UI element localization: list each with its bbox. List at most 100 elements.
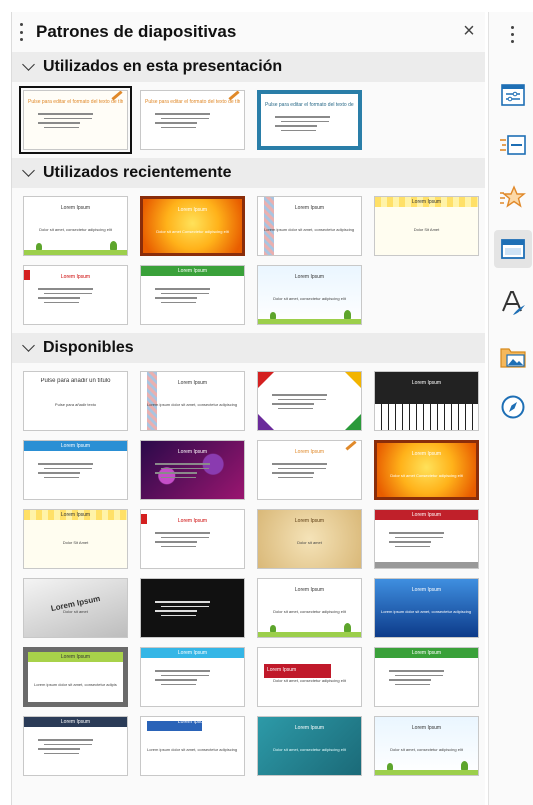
- master-slide-thumbnail[interactable]: Pulse para añadir un título Pulse para añ…: [23, 371, 128, 431]
- thumbnail-title: Lorem Ipsum: [177, 719, 208, 725]
- close-button[interactable]: ×: [459, 21, 479, 41]
- tree-shape: [270, 312, 276, 319]
- master-slide-thumbnail[interactable]: Pulse para editar el formato del texto d…: [19, 86, 132, 154]
- master-slide-thumbnail[interactable]: Pulse para editar el formato del texto d…: [257, 90, 362, 150]
- master-slide-thumbnail[interactable]: Lorem Ipsum Dolor sit amet, consectetur a…: [257, 647, 362, 707]
- master-slide-thumbnail[interactable]: Lorem Ipsum Dolor sit amet, consectetur a…: [257, 716, 362, 776]
- master-slide-thumbnail[interactable]: Lorem Ipsum Dolor sit amet: [257, 509, 362, 569]
- master-slide-thumbnail[interactable]: Lorem Ipsum Dolor sit amet Consectetur ad…: [140, 196, 245, 256]
- thumbnail-title: Lorem Ipsum: [294, 205, 325, 211]
- thumbnail-body: Dolor Sit Amet: [62, 540, 89, 545]
- placeholder-lines: [38, 113, 93, 131]
- section-label: Utilizados recientemente: [43, 164, 232, 181]
- thumbnail-title: Lorem Ipsum: [177, 207, 208, 213]
- placeholder-lines: [155, 113, 210, 131]
- green-ground: [375, 770, 478, 775]
- master-slide-thumbnail[interactable]: Lorem Ipsum Dolor sit amet: [23, 578, 128, 638]
- thumbnail-body: Dolor sit amet, consectetur adipiscing e…: [273, 296, 346, 301]
- thumbnail-title: Lorem Ipsum: [411, 587, 442, 593]
- thumbnail-body: Dolor sit amet, consectetur adipiscing e…: [39, 227, 112, 232]
- thumbnail-title: Pulse para añadir un título: [40, 378, 111, 384]
- section-header-recent[interactable]: Utilizados recientemente: [12, 158, 485, 188]
- tree-shape: [36, 243, 42, 250]
- master-slide-thumbnail[interactable]: Lorem Ipsum: [23, 265, 128, 325]
- thumbnail-title: Lorem Ipsum: [60, 654, 91, 660]
- master-slide-thumbnail[interactable]: Lorem Ipsum: [374, 371, 479, 431]
- slide-transition-icon[interactable]: [498, 130, 528, 160]
- master-slide-thumbnail[interactable]: Lorem Ipsum Dolor sit amet Consectetur ad…: [374, 440, 479, 500]
- corner-red: [258, 372, 274, 388]
- piano-keys: [375, 404, 478, 430]
- master-slide-thumbnail[interactable]: Lorem Ipsum Dolor sit amet, consectetur a…: [374, 716, 479, 776]
- thumbnail-title: Pulse para editar el formato del texto d…: [28, 99, 123, 105]
- master-slide-thumbnail[interactable]: Lorem Ipsum: [140, 647, 245, 707]
- properties-icon[interactable]: [498, 80, 528, 110]
- thumbnail-title: Lorem Ipsum: [60, 205, 91, 211]
- master-slide-thumbnail[interactable]: Lorem Ipsum: [374, 509, 479, 569]
- thumbnail-title: Lorem Ipsum: [294, 725, 325, 731]
- master-slide-thumbnail[interactable]: Lorem Ipsum: [140, 509, 245, 569]
- tree-shape: [387, 763, 393, 770]
- thumbnail-title: Lorem Ipsum: [294, 587, 325, 593]
- thumbnail-grid-available: Pulse para añadir un título Pulse para añ…: [12, 363, 485, 784]
- thumbnail-title: Lorem Ipsum: [411, 199, 442, 205]
- thumbnail-title: Pulse para editar el formato del texto d…: [265, 102, 354, 108]
- thumbnail-title: Lorem Ipsum: [294, 449, 325, 455]
- thumbnail-title: Lorem Ipsum: [411, 650, 442, 656]
- tree-shape: [110, 241, 117, 250]
- placeholder-lines: [38, 739, 93, 757]
- thumbnail-title: Lorem Ipsum: [411, 512, 442, 518]
- master-slide-thumbnail[interactable]: Lorem Ipsum: [23, 716, 128, 776]
- master-slide-thumbnail[interactable]: [257, 371, 362, 431]
- thumbnail-title: Lorem Ipsum: [60, 719, 91, 725]
- master-slides-icon[interactable]: [494, 230, 532, 268]
- placeholder-lines: [155, 532, 210, 550]
- gallery-icon[interactable]: [498, 342, 528, 372]
- placeholder-lines: [38, 463, 93, 481]
- navigator-icon[interactable]: [498, 392, 528, 422]
- master-slide-thumbnail[interactable]: Lorem Ipsum: [374, 647, 479, 707]
- placeholder-lines: [155, 670, 210, 688]
- drag-handle-icon[interactable]: [20, 23, 26, 41]
- thumbnail-title: Lorem Ipsum: [60, 443, 91, 449]
- master-slide-thumbnail[interactable]: Lorem Ipsum: [23, 440, 128, 500]
- styles-icon[interactable]: [498, 288, 528, 318]
- master-slides-panel: Patrones de diapositivas × Utilizados en…: [11, 12, 485, 805]
- panel-header: Patrones de diapositivas ×: [12, 12, 485, 52]
- thumbnail-title: Lorem Ipsum: [411, 451, 442, 457]
- master-slide-thumbnail[interactable]: Lorem Ipsum Dolor Sit Amet: [23, 509, 128, 569]
- master-slide-thumbnail[interactable]: Lorem Ipsum Dolor sit amet, consectetur a…: [23, 196, 128, 256]
- corner-yellow: [345, 372, 361, 388]
- thumbnail-body: Dolor sit amet: [297, 540, 322, 545]
- chevron-down-icon: [22, 339, 35, 352]
- green-ground: [258, 632, 361, 637]
- master-slide-thumbnail[interactable]: [140, 578, 245, 638]
- master-slide-thumbnail[interactable]: Lorem Ipsum Dolor Sit Amet: [374, 196, 479, 256]
- master-slide-thumbnail[interactable]: Lorem Ipsum: [257, 440, 362, 500]
- tree-shape: [270, 625, 276, 632]
- placeholder-lines: [155, 463, 210, 481]
- master-slide-thumbnail[interactable]: Lorem Ipsum Lorem ipsum dolor sit amet, c…: [23, 647, 128, 707]
- master-slide-thumbnail[interactable]: Lorem Ipsum: [140, 440, 245, 500]
- thumbnail-grid-used: Pulse para editar el formato del texto d…: [12, 82, 485, 158]
- thumbnail-body: Dolor sit amet, consectetur adipiscing e…: [390, 747, 463, 752]
- master-slide-thumbnail[interactable]: Lorem Ipsum Lorem ipsum dolor sit amet, c…: [140, 716, 245, 776]
- master-slide-thumbnail[interactable]: Pulse para editar el formato del texto d…: [140, 90, 245, 150]
- animation-icon[interactable]: [498, 182, 528, 212]
- master-slide-thumbnail[interactable]: Lorem Ipsum Lorem ipsum dolor sit amet, c…: [374, 578, 479, 638]
- section-header-available[interactable]: Disponibles: [12, 333, 485, 363]
- thumbnail-body: Dolor sit amet, consectetur adipiscing e…: [273, 747, 346, 752]
- section-header-used[interactable]: Utilizados en esta presentación: [12, 52, 485, 82]
- deck-sidebar: [488, 12, 533, 805]
- thumbnail-title: Lorem Ipsum: [60, 512, 91, 518]
- master-slide-thumbnail[interactable]: Lorem Ipsum: [140, 265, 245, 325]
- thumbnail-title: Pulse para editar el formato del texto d…: [145, 99, 240, 105]
- more-options-icon[interactable]: [511, 26, 515, 43]
- master-slide-thumbnail[interactable]: Lorem Ipsum Lorem ipsum dolor sit amet, c…: [257, 196, 362, 256]
- master-slide-thumbnail[interactable]: Lorem Ipsum Lorem ipsum dolor sit amet, c…: [140, 371, 245, 431]
- green-ground: [258, 319, 361, 324]
- thumbnail-body: Dolor sit amet, consectetur adipiscing e…: [273, 609, 346, 614]
- corner-purple: [258, 414, 274, 430]
- master-slide-thumbnail[interactable]: Lorem Ipsum Dolor sit amet, consectetur a…: [257, 265, 362, 325]
- master-slide-thumbnail[interactable]: Lorem Ipsum Dolor sit amet, consectetur a…: [257, 578, 362, 638]
